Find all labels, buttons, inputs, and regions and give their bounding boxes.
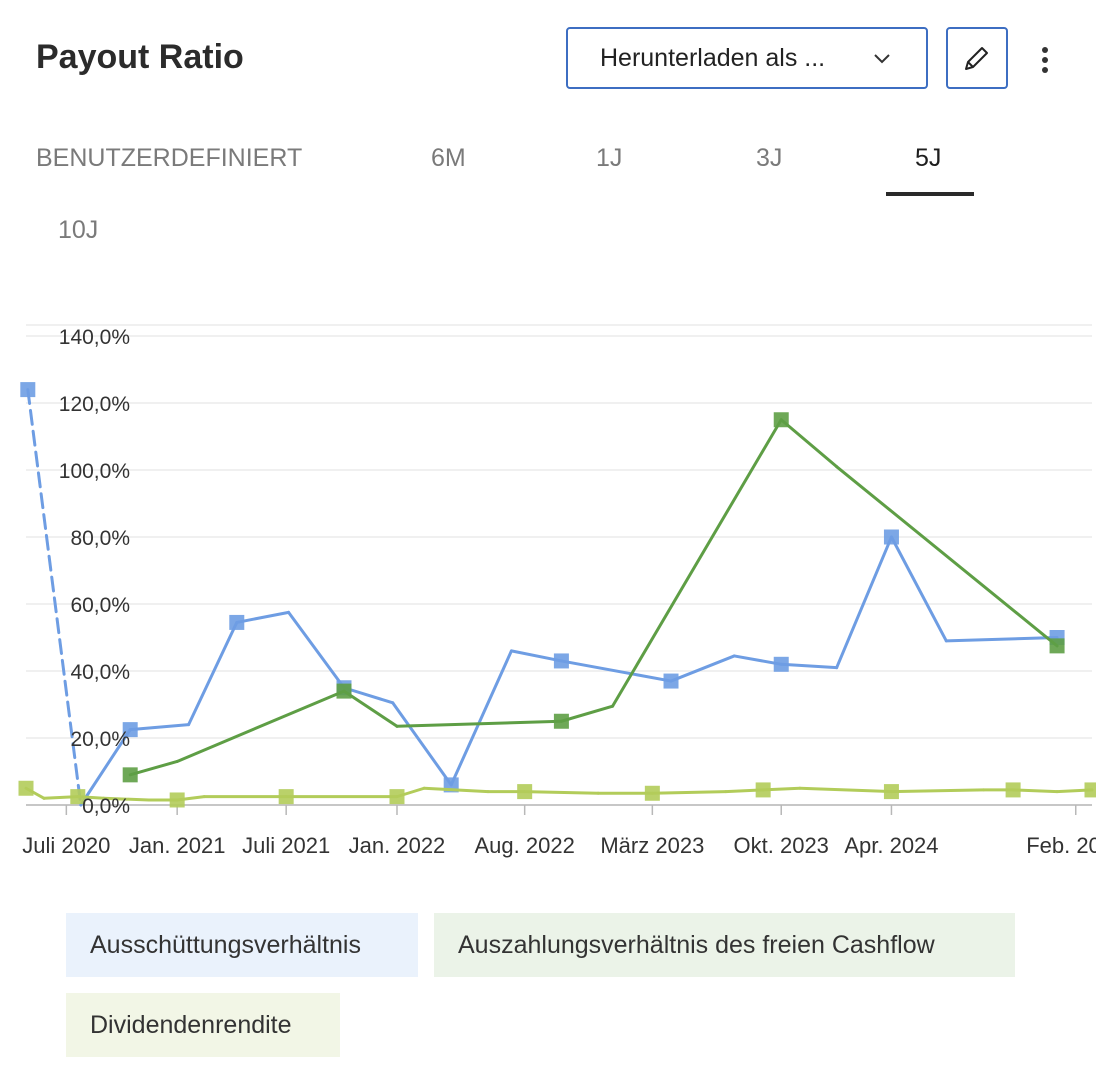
y-tick-label: 120,0% [59, 393, 130, 416]
x-tick-label: Jan. 2022 [349, 833, 446, 858]
fcf-payout-ratio-point [122, 767, 138, 783]
payout-ratio-chart: Juli 2020 Jan. 2021 Juli 2021 Jan. 2022 Aug.… [18, 324, 1096, 858]
fcf-payout-ratio-point [1049, 638, 1065, 654]
payout-ratio-line-segment [187, 620, 239, 727]
legend-item-payout-ratio[interactable]: Ausschüttungsverhältnis [66, 913, 418, 977]
edit-button[interactable] [946, 27, 1008, 89]
pencil-icon [965, 47, 988, 70]
payout-ratio-point [20, 382, 36, 398]
dividend-yield-point [883, 784, 899, 800]
payout-ratio-point [553, 653, 569, 669]
dividend-yield-point [1084, 782, 1096, 798]
x-tick-label: Juli 2020 [22, 833, 110, 858]
payout-ratio-point [773, 656, 789, 672]
y-tick-label: 40,0% [70, 661, 130, 684]
fcf-payout-ratio-line-segment [611, 418, 783, 708]
payout-ratio-point [229, 614, 245, 630]
chevron-down-icon [874, 54, 890, 64]
legend-label: Auszahlungsverhältnis des freien Cashflo… [458, 930, 935, 959]
tab-custom[interactable]: BENUTZERDEFINIERT [36, 144, 302, 173]
dividend-yield-line-segment [889, 788, 986, 794]
y-tick-label: 80,0% [70, 527, 130, 550]
payout-ratio-point [883, 529, 899, 545]
dividend-yield-point [517, 784, 533, 800]
dividend-yield-line-segment [650, 790, 728, 795]
y-tick-label: 0,0% [82, 795, 130, 818]
payout-ratio-line-segment [128, 723, 191, 732]
y-tick-label: 60,0% [70, 594, 130, 617]
x-tick-label: Jan. 2021 [129, 833, 226, 858]
payout-ratio-line-segment [235, 610, 291, 624]
fcf-payout-ratio-line-segment [779, 418, 839, 469]
active-tab-indicator [886, 192, 974, 196]
dividend-yield-line-segment [523, 790, 600, 795]
fcf-payout-ratio-point [773, 412, 789, 428]
payout-ratio-line-segment [391, 701, 453, 787]
x-tick-label: Feb. 2025 [1026, 833, 1096, 858]
fcf-payout-ratio-line-segment [835, 465, 1059, 648]
dividend-yield-line-segment [422, 786, 490, 794]
dividend-yield-point [755, 782, 771, 798]
tab-1y[interactable]: 1J [596, 144, 622, 173]
tab-6m[interactable]: 6M [431, 144, 466, 173]
download-dropdown-label: Herunterladen als ... [600, 43, 826, 72]
tab-3y[interactable]: 3J [756, 144, 782, 173]
legend-item-fcf-payout-ratio[interactable]: Auszahlungsverhältnis des freien Cashflo… [434, 913, 1015, 977]
dividend-yield-point [389, 789, 405, 805]
legend-label: Dividendenrendite [90, 1010, 292, 1039]
legend-item-dividend-yield[interactable]: Dividendenrendite [66, 993, 340, 1057]
payout-ratio-line-segment [835, 535, 893, 670]
dividend-yield-point [644, 785, 660, 801]
kebab-menu-icon [1042, 47, 1048, 73]
page-title: Payout Ratio [36, 38, 244, 76]
payout-ratio-line-segment [669, 654, 736, 683]
dividend-yield-point [1005, 782, 1021, 798]
y-tick-label: 20,0% [70, 728, 130, 751]
payout-ratio-line-segment [944, 636, 1059, 643]
x-tick-label: Apr. 2024 [844, 833, 938, 858]
y-tick-label: 140,0% [59, 326, 130, 349]
download-dropdown-button[interactable]: Herunterladen als ... [566, 27, 928, 89]
more-options-button[interactable] [1030, 40, 1060, 80]
payout-ratio-line-segment [287, 610, 346, 690]
tab-10y[interactable]: 10J [58, 216, 98, 245]
x-tick-label: Aug. 2022 [475, 833, 575, 858]
payout-ratio-point [663, 673, 679, 689]
fcf-payout-ratio-point [553, 713, 569, 729]
fcf-payout-ratio-line-segment [175, 689, 346, 763]
fcf-payout-ratio-line-segment [559, 704, 615, 723]
legend-label: Ausschüttungsverhältnis [90, 930, 361, 959]
payout-ratio-line-segment [889, 535, 948, 643]
payout-ratio-line-segment [779, 662, 839, 670]
x-tick-label: Okt. 2023 [734, 833, 829, 858]
fcf-payout-ratio-point [336, 683, 352, 699]
dividend-yield-line-segment [798, 786, 893, 794]
dividend-yield-point [278, 789, 294, 805]
dividend-yield-point [18, 780, 34, 796]
y-tick-label: 100,0% [59, 460, 130, 483]
dividend-yield-point [169, 792, 185, 808]
x-tick-label: Juli 2021 [242, 833, 330, 858]
x-tick-label: März 2023 [600, 833, 704, 858]
tab-5y[interactable]: 5J [915, 144, 941, 173]
